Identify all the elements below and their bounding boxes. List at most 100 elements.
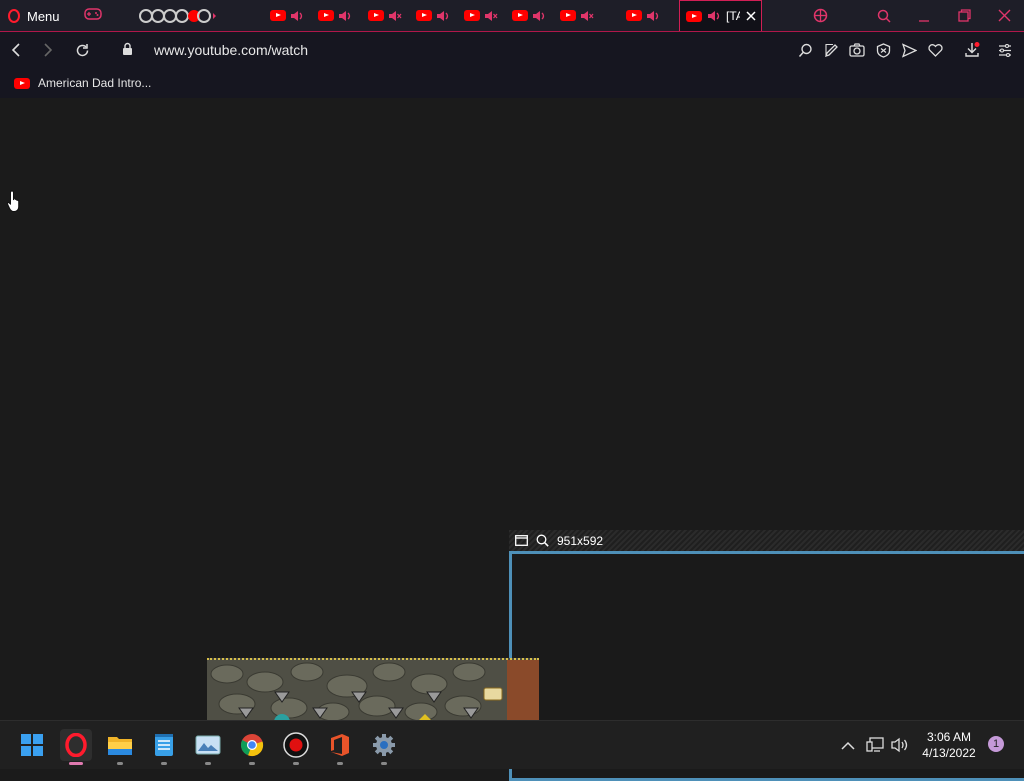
settings-icon xyxy=(373,734,395,756)
speaker-muted-icon[interactable] xyxy=(580,10,594,22)
start-button[interactable] xyxy=(16,729,48,761)
chevron-up-icon xyxy=(841,741,855,750)
volume-icon xyxy=(891,737,908,753)
speaker-icon[interactable] xyxy=(646,10,660,22)
network-icon xyxy=(866,737,884,752)
network-button[interactable] xyxy=(865,735,885,755)
capture-region-header[interactable]: 951x592 xyxy=(509,530,1024,551)
youtube-tab[interactable] xyxy=(368,0,402,31)
sliders-icon xyxy=(999,43,1011,57)
loading-tab[interactable] xyxy=(138,0,220,31)
send-icon xyxy=(901,42,917,58)
bookmark-item[interactable]: American Dad Intro... xyxy=(14,76,151,90)
office-icon xyxy=(331,734,349,756)
active-tab[interactable]: [TAS] xyxy=(679,0,762,31)
close-icon xyxy=(998,9,1010,22)
tab-search-button[interactable] xyxy=(864,0,904,31)
game-scene-image xyxy=(207,660,539,722)
easy-setup-button[interactable] xyxy=(996,41,1014,59)
youtube-tab[interactable] xyxy=(464,0,498,31)
minimize-icon xyxy=(919,19,929,22)
taskbar-settings[interactable] xyxy=(368,729,400,765)
photos-icon xyxy=(195,735,221,755)
capture-dimensions: 951x592 xyxy=(557,533,604,548)
close-tab-icon[interactable] xyxy=(745,10,757,22)
adblocker-button[interactable] xyxy=(874,41,892,59)
youtube-icon xyxy=(416,10,432,21)
search-in-page-icon xyxy=(798,43,812,57)
system-clock[interactable]: 3:06 AM 4/13/2022 xyxy=(914,729,984,761)
taskbar-recorder[interactable] xyxy=(280,729,312,765)
restore-button[interactable] xyxy=(944,0,984,31)
back-button[interactable] xyxy=(6,40,26,60)
url-field[interactable]: www.youtube.com/watch xyxy=(154,42,308,58)
forward-button[interactable] xyxy=(38,40,58,60)
close-window-button[interactable] xyxy=(984,0,1024,31)
active-tab-title: [TAS] xyxy=(726,9,740,23)
notification-badge[interactable]: 1 xyxy=(988,736,1004,752)
speaker-icon[interactable] xyxy=(290,10,304,22)
vpn-globe-icon[interactable] xyxy=(813,8,828,23)
running-indicator xyxy=(249,762,255,765)
youtube-tab[interactable] xyxy=(560,0,594,31)
reload-icon xyxy=(76,43,88,56)
volume-button[interactable] xyxy=(890,735,910,755)
lock-icon[interactable] xyxy=(122,42,133,56)
youtube-tab[interactable] xyxy=(318,0,352,31)
running-indicator xyxy=(205,762,211,765)
game-video-thumbnail[interactable] xyxy=(207,658,539,722)
file-explorer-icon xyxy=(108,737,132,755)
taskbar-office[interactable] xyxy=(324,729,356,765)
taskbar-photos[interactable] xyxy=(192,729,224,765)
opera-menu-button[interactable]: Menu xyxy=(8,6,60,26)
speaker-icon[interactable] xyxy=(707,10,721,22)
speaker-icon[interactable] xyxy=(532,10,546,22)
youtube-tab[interactable] xyxy=(626,0,660,31)
taskbar-notepad[interactable] xyxy=(148,729,180,765)
page-search-button[interactable] xyxy=(796,41,814,59)
search-icon xyxy=(877,9,891,23)
clock-time: 3:06 AM xyxy=(926,730,972,744)
opera-logo-icon xyxy=(8,9,20,23)
youtube-icon xyxy=(14,77,30,89)
reload-button[interactable] xyxy=(72,40,92,60)
downloads-button[interactable] xyxy=(963,41,981,59)
youtube-tab[interactable] xyxy=(416,0,450,31)
minimize-button[interactable] xyxy=(904,0,944,31)
youtube-icon xyxy=(368,10,384,21)
window-icon[interactable] xyxy=(515,535,528,546)
taskbar-file-explorer[interactable] xyxy=(104,729,136,765)
snapshot-button[interactable] xyxy=(848,41,866,59)
hand-cursor-icon xyxy=(6,190,20,212)
gamepad-icon[interactable] xyxy=(84,7,102,21)
loading-spinner-icon xyxy=(139,8,216,23)
chrome-icon xyxy=(240,734,264,757)
youtube-tab[interactable] xyxy=(270,0,304,31)
taskbar-opera[interactable] xyxy=(60,729,92,765)
youtube-icon xyxy=(626,10,642,21)
show-hidden-icons-button[interactable] xyxy=(838,735,858,755)
taskbar-chrome[interactable] xyxy=(236,729,268,765)
zoom-icon[interactable] xyxy=(536,534,549,547)
edit-button[interactable] xyxy=(822,41,840,59)
running-indicator xyxy=(337,762,343,765)
download-icon xyxy=(965,42,980,57)
youtube-icon xyxy=(464,10,480,21)
speaker-icon[interactable] xyxy=(338,10,352,22)
running-indicator xyxy=(117,762,123,765)
tab-strip: Menu [TA xyxy=(0,0,1024,32)
active-indicator xyxy=(69,762,83,765)
taskbar: 3:06 AM 4/13/2022 1 xyxy=(0,720,1024,769)
address-bar: www.youtube.com/watch xyxy=(0,32,1024,68)
youtube-tab[interactable] xyxy=(512,0,546,31)
running-indicator xyxy=(381,762,387,765)
speaker-muted-icon[interactable] xyxy=(484,10,498,22)
windows-start-icon xyxy=(21,734,43,756)
notepad-icon xyxy=(155,734,173,756)
speaker-icon[interactable] xyxy=(436,10,450,22)
bookmark-label: American Dad Intro... xyxy=(38,76,152,90)
send-button[interactable] xyxy=(900,41,918,59)
speaker-muted-icon[interactable] xyxy=(388,10,402,22)
youtube-icon xyxy=(318,10,334,21)
bookmark-button[interactable] xyxy=(926,41,944,59)
